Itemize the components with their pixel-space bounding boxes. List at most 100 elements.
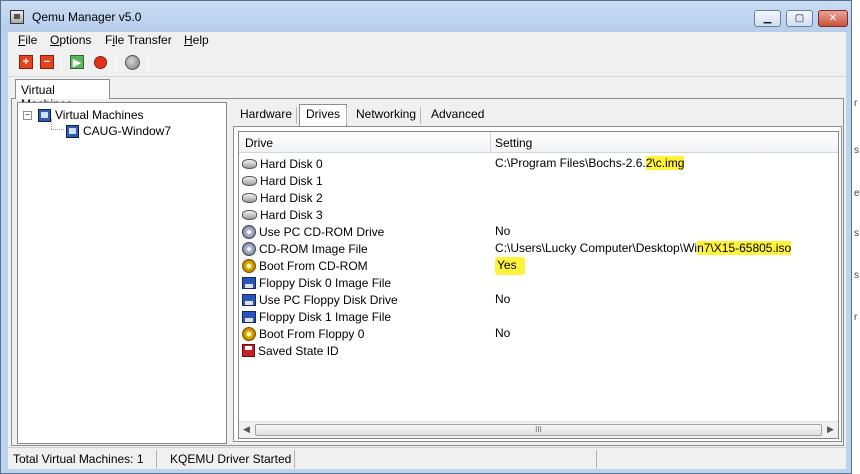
drive-row-floppy-0-image[interactable]: Floppy Disk 0 Image File xyxy=(239,274,838,291)
tree-item-caug-window7[interactable]: CAUG-Window7 xyxy=(66,123,171,139)
hard-disk-icon xyxy=(242,175,257,186)
drive-label: Hard Disk 3 xyxy=(260,207,323,222)
drive-label: Floppy Disk 1 Image File xyxy=(259,309,392,324)
tree-connector xyxy=(51,129,64,130)
drive-label: Use PC Floppy Disk Drive xyxy=(259,292,398,307)
menu-help[interactable]: Help xyxy=(184,33,209,47)
cd-rom-icon xyxy=(242,241,256,256)
gear-icon xyxy=(242,326,256,341)
tab-hardware[interactable]: Hardware xyxy=(234,105,298,125)
hard-disk-icon xyxy=(242,158,257,169)
setting-value: No xyxy=(495,224,511,238)
drive-label: Use PC CD-ROM Drive xyxy=(259,224,385,239)
status-kqemu: KQEMU Driver Started xyxy=(170,452,292,466)
drives-panel: Drive Setting Hard Disk 0 C:\Program Fil… xyxy=(233,126,842,442)
drive-row-boot-from-cdrom[interactable]: Boot From CD-ROM Yes xyxy=(239,257,838,275)
hard-disk-icon xyxy=(242,192,257,203)
network-globe-icon[interactable] xyxy=(125,55,140,70)
save-state-icon xyxy=(242,344,255,357)
highlighted-text: n7\X15-65805.iso xyxy=(697,241,792,255)
floppy-icon xyxy=(242,276,256,289)
window-title: Qemu Manager v5.0 xyxy=(32,10,142,24)
tree-root-virtual-machines[interactable]: − Virtual Machines xyxy=(23,107,144,123)
menu-options[interactable]: Options xyxy=(50,33,91,47)
start-vm-icon[interactable]: ▶ xyxy=(70,55,84,69)
toolbar-separator xyxy=(61,54,62,72)
drive-row-hard-disk-3[interactable]: Hard Disk 3 xyxy=(239,206,838,223)
horizontal-scrollbar[interactable]: ◀ III ▶ xyxy=(239,421,838,438)
tab-advanced[interactable]: Advanced xyxy=(425,105,490,125)
tab-separator xyxy=(346,107,347,124)
drive-label: Floppy Disk 0 Image File xyxy=(259,275,392,290)
drive-label: CD-ROM Image File xyxy=(259,241,368,256)
add-vm-icon[interactable]: + xyxy=(19,55,33,69)
setting-value: No xyxy=(495,292,511,306)
toolbar-separator xyxy=(147,54,148,72)
toolbar-separator xyxy=(116,54,117,72)
remove-vm-icon[interactable]: − xyxy=(40,55,54,69)
floppy-drive-icon xyxy=(242,293,256,306)
drive-row-use-pc-cdrom[interactable]: Use PC CD-ROM Drive No xyxy=(239,223,838,240)
status-divider xyxy=(596,450,597,468)
drive-label: Boot From Floppy 0 xyxy=(259,326,365,341)
drive-label: Boot From CD-ROM xyxy=(259,258,368,273)
setting-value: Yes xyxy=(495,257,525,275)
column-header-drive[interactable]: Drive xyxy=(245,136,273,150)
status-vm-count: Total Virtual Machines: 1 xyxy=(13,452,144,466)
tab-separator xyxy=(420,107,421,124)
vm-tree: − Virtual Machines CAUG-Window7 xyxy=(17,102,227,444)
drive-row-hard-disk-0[interactable]: Hard Disk 0 C:\Program Files\Bochs-2.6.2… xyxy=(239,155,838,172)
drive-row-hard-disk-1[interactable]: Hard Disk 1 xyxy=(239,172,838,189)
drive-label: Saved State ID xyxy=(258,343,339,358)
drive-row-floppy-1-image[interactable]: Floppy Disk 1 Image File xyxy=(239,308,838,325)
list-header: Drive Setting xyxy=(239,132,838,153)
menu-file-transfer[interactable]: File Transfer xyxy=(105,33,172,47)
drive-label: Hard Disk 0 xyxy=(260,156,323,171)
highlighted-text: 2\c.img xyxy=(645,156,685,170)
drive-row-saved-state-id[interactable]: Saved State ID xyxy=(239,342,838,359)
status-bar: Total Virtual Machines: 1 KQEMU Driver S… xyxy=(8,447,846,469)
setting-value: No xyxy=(495,326,511,340)
toolbar: + − ▶ xyxy=(8,50,846,77)
column-divider[interactable] xyxy=(490,132,491,153)
close-button[interactable]: ✕ xyxy=(818,10,848,27)
scroll-left-icon[interactable]: ◀ xyxy=(243,424,250,435)
qemu-manager-window: Qemu Manager v5.0 ▁ ▢ ✕ File Options Fil… xyxy=(0,0,852,474)
drive-row-hard-disk-2[interactable]: Hard Disk 2 xyxy=(239,189,838,206)
drive-label: Hard Disk 2 xyxy=(260,190,323,205)
tree-connector xyxy=(51,119,52,129)
tab-virtual-machines[interactable]: Virtual Machines xyxy=(15,79,110,111)
app-icon[interactable] xyxy=(10,10,24,24)
maximize-button[interactable]: ▢ xyxy=(786,10,813,27)
column-header-setting[interactable]: Setting xyxy=(495,136,532,150)
setting-value: C:\Users\Lucky Computer\Desktop\Win7\X15… xyxy=(495,241,792,255)
tab-networking[interactable]: Networking xyxy=(350,105,422,125)
drive-label: Hard Disk 1 xyxy=(260,173,323,188)
title-bar[interactable]: Qemu Manager v5.0 ▁ ▢ ✕ xyxy=(1,1,851,33)
minimize-button[interactable]: ▁ xyxy=(754,10,781,27)
tab-drives[interactable]: Drives xyxy=(299,104,348,126)
scroll-right-icon[interactable]: ▶ xyxy=(827,424,834,435)
drive-row-boot-from-floppy[interactable]: Boot From Floppy 0 No xyxy=(239,325,838,342)
status-divider xyxy=(294,450,295,468)
drive-row-use-pc-floppy[interactable]: Use PC Floppy Disk Drive No xyxy=(239,291,838,308)
hard-disk-icon xyxy=(242,209,257,220)
computer-icon xyxy=(66,124,79,138)
computer-icon xyxy=(38,108,51,122)
collapse-icon[interactable]: − xyxy=(23,110,32,120)
cd-rom-icon xyxy=(242,224,256,239)
stop-vm-icon[interactable] xyxy=(94,56,107,69)
floppy-icon xyxy=(242,310,256,323)
tree-root-label: Virtual Machines xyxy=(55,108,144,122)
drives-list: Drive Setting Hard Disk 0 C:\Program Fil… xyxy=(238,131,839,439)
setting-value: C:\Program Files\Bochs-2.6.2\c.img xyxy=(495,156,685,170)
background-window-strip: rsessr xyxy=(852,0,860,474)
menu-file[interactable]: File xyxy=(18,33,37,47)
drive-row-cdrom-image[interactable]: CD-ROM Image File C:\Users\Lucky Compute… xyxy=(239,240,838,257)
status-divider xyxy=(156,450,157,468)
tab-separator xyxy=(296,107,297,124)
vm-name-label: CAUG-Window7 xyxy=(83,124,172,138)
scroll-thumb[interactable]: III xyxy=(255,424,822,436)
highlighted-text: Yes xyxy=(495,257,525,275)
client-area: Virtual Machines − Virtual Machines CAUG… xyxy=(8,77,846,447)
